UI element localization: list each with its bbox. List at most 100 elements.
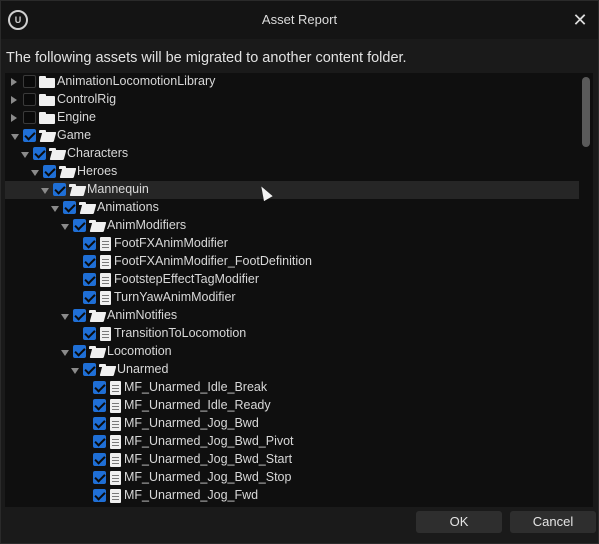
tree-row-label: AnimNotifies	[107, 308, 178, 322]
tree-row[interactable]: MF_Unarmed_Jog_Bwd_Pivot	[5, 433, 579, 451]
tree-row-label: ControlRig	[57, 92, 117, 106]
tree-row-label: MF_Unarmed_Jog_Fwd	[124, 488, 259, 502]
tree-row[interactable]: FootFXAnimModifier_FootDefinition	[5, 253, 579, 271]
tree-row[interactable]: MF_Unarmed_Idle_Ready	[5, 397, 579, 415]
expand-arrow-down-icon[interactable]	[51, 206, 59, 212]
folder-open-icon	[49, 148, 65, 160]
tree-row[interactable]: Engine	[5, 109, 579, 127]
tree-row[interactable]: Animations	[5, 199, 579, 217]
ok-button[interactable]: OK	[416, 511, 502, 533]
tree-row-checkbox[interactable]	[53, 183, 66, 196]
expand-arrow-down-icon[interactable]	[61, 224, 69, 230]
tree-row-checkbox[interactable]	[93, 471, 106, 484]
tree-row-checkbox[interactable]	[93, 417, 106, 430]
asset-file-icon	[100, 273, 111, 287]
asset-file-icon	[100, 291, 111, 305]
tree-row-checkbox[interactable]	[33, 147, 46, 160]
tree-row-checkbox[interactable]	[83, 237, 96, 250]
tree-row[interactable]: MF_Unarmed_Jog_Bwd_Stop	[5, 469, 579, 487]
asset-file-icon	[110, 417, 121, 431]
tree-row[interactable]: TurnYawAnimModifier	[5, 289, 579, 307]
asset-file-icon	[110, 471, 121, 485]
tree-row-label: Game	[57, 128, 92, 142]
expand-arrow-right-icon[interactable]	[11, 78, 17, 86]
tree-row-checkbox[interactable]	[83, 363, 96, 376]
tree-row-label: TurnYawAnimModifier	[114, 290, 236, 304]
tree-row[interactable]: Game	[5, 127, 579, 145]
tree-row-label: MF_Unarmed_Jog_Bwd_Start	[124, 452, 293, 466]
expand-arrow-down-icon[interactable]	[71, 368, 79, 374]
tree-row-checkbox[interactable]	[83, 273, 96, 286]
tree-row-label: FootFXAnimModifier	[114, 236, 228, 250]
tree-row[interactable]: MF_Unarmed_Idle_Break	[5, 379, 579, 397]
expand-arrow-right-icon[interactable]	[11, 96, 17, 104]
tree-row-checkbox[interactable]	[73, 219, 86, 232]
tree-row-checkbox[interactable]	[23, 93, 36, 106]
expand-arrow-down-icon[interactable]	[61, 314, 69, 320]
expand-arrow-down-icon[interactable]	[31, 170, 39, 176]
tree-row[interactable]: Unarmed	[5, 361, 579, 379]
tree-row-label: Locomotion	[107, 344, 172, 358]
expand-arrow-down-icon[interactable]	[11, 134, 19, 140]
tree-row[interactable]: Characters	[5, 145, 579, 163]
tree-row-checkbox[interactable]	[93, 381, 106, 394]
tree-row-label: MF_Unarmed_Jog_Bwd_Stop	[124, 470, 292, 484]
tree-row[interactable]: ControlRig	[5, 91, 579, 109]
folder-icon	[39, 112, 55, 124]
folder-open-icon	[89, 346, 105, 358]
folder-open-icon	[69, 184, 85, 196]
asset-file-icon	[110, 399, 121, 413]
tree-row-label: MF_Unarmed_Jog_Bwd_Pivot	[124, 434, 294, 448]
tree-row-checkbox[interactable]	[73, 345, 86, 358]
tree-row-label: AnimModifiers	[107, 218, 187, 232]
tree-row-checkbox[interactable]	[93, 489, 106, 502]
tree-scrollbar[interactable]	[582, 77, 590, 147]
tree-row-label: Engine	[57, 110, 96, 124]
asset-file-icon	[100, 255, 111, 269]
tree-row-checkbox[interactable]	[73, 309, 86, 322]
tree-row[interactable]: MF_Unarmed_Jog_Bwd_Start	[5, 451, 579, 469]
expand-arrow-down-icon[interactable]	[61, 350, 69, 356]
tree-row[interactable]: MF_Unarmed_Jog_Fwd	[5, 487, 579, 505]
tree-row-checkbox[interactable]	[83, 291, 96, 304]
tree-row-label: FootstepEffectTagModifier	[114, 272, 259, 286]
asset-file-icon	[100, 237, 111, 251]
folder-open-icon	[99, 364, 115, 376]
tree-row[interactable]: TransitionToLocomotion	[5, 325, 579, 343]
tree-row-checkbox[interactable]	[93, 399, 106, 412]
tree-row[interactable]: FootstepEffectTagModifier	[5, 271, 579, 289]
tree-row-checkbox[interactable]	[23, 129, 36, 142]
tree-row-label: MF_Unarmed_Idle_Ready	[124, 398, 271, 412]
asset-file-icon	[100, 327, 111, 341]
tree-row[interactable]: Heroes	[5, 163, 579, 181]
tree-row-checkbox[interactable]	[83, 255, 96, 268]
tree-row[interactable]: AnimModifiers	[5, 217, 579, 235]
asset-report-dialog: U Asset Report ✕ The following assets wi…	[0, 0, 599, 544]
tree-row-label: MF_Unarmed_Idle_Break	[124, 380, 268, 394]
cancel-button[interactable]: Cancel	[510, 511, 596, 533]
tree-row-checkbox[interactable]	[23, 75, 36, 88]
tree-row-label: TransitionToLocomotion	[114, 326, 247, 340]
tree-row-checkbox[interactable]	[23, 111, 36, 124]
tree-row-checkbox[interactable]	[43, 165, 56, 178]
tree-row[interactable]: Locomotion	[5, 343, 579, 361]
folder-open-icon	[89, 310, 105, 322]
asset-file-icon	[110, 489, 121, 503]
tree-row-checkbox[interactable]	[93, 435, 106, 448]
expand-arrow-down-icon[interactable]	[41, 188, 49, 194]
tree-row-checkbox[interactable]	[93, 453, 106, 466]
tree-row[interactable]: AnimNotifies	[5, 307, 579, 325]
asset-tree[interactable]: MF_Unarmed_Jog_Fwd MF_Unarmed_Jog_Bwd_Sto…	[5, 73, 593, 507]
expand-arrow-right-icon[interactable]	[11, 114, 17, 122]
expand-arrow-down-icon[interactable]	[21, 152, 29, 158]
tree-row[interactable]: FootFXAnimModifier	[5, 235, 579, 253]
asset-file-icon	[110, 453, 121, 467]
folder-icon	[39, 76, 55, 88]
migration-message: The following assets will be migrated to…	[6, 50, 407, 66]
tree-row[interactable]: AnimationLocomotionLibrary	[5, 73, 579, 91]
tree-row[interactable]: MF_Unarmed_Jog_Bwd	[5, 415, 579, 433]
tree-row-checkbox[interactable]	[63, 201, 76, 214]
close-button[interactable]: ✕	[569, 9, 591, 31]
tree-row[interactable]: Mannequin	[5, 181, 579, 199]
tree-row-checkbox[interactable]	[83, 327, 96, 340]
